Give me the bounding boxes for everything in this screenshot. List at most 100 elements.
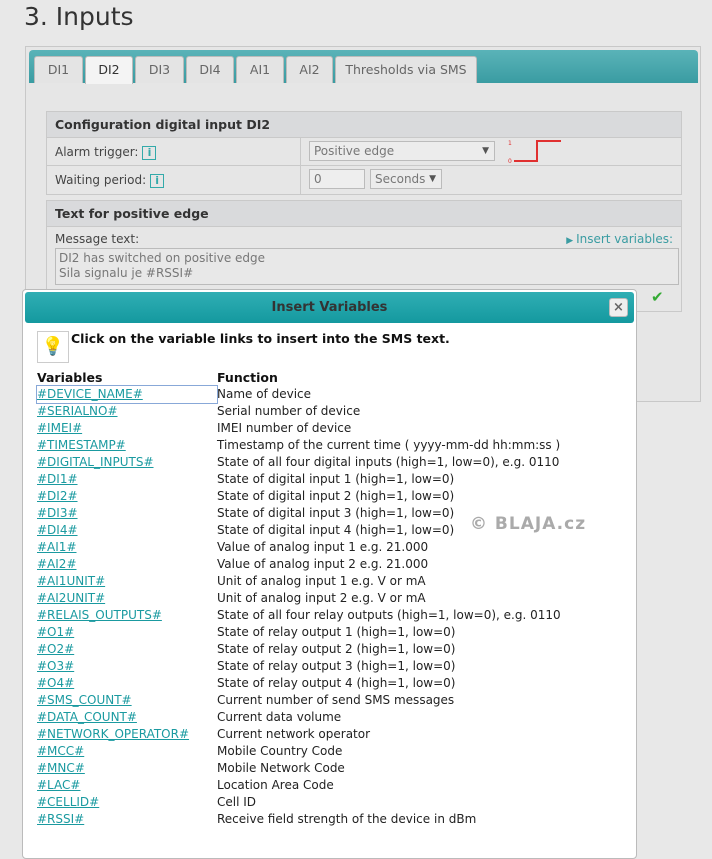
tab-di3[interactable]: DI3 [135,56,184,83]
chevron-down-icon: ▼ [482,146,489,156]
variables-list: #DEVICE_NAME# Name of device #SERIALNO# Ser… [36,385,561,828]
variable-row: #AI2# Value of analog input 2 e.g. 21.000 [37,556,561,573]
variable-row: #DIGITAL_INPUTS# State of all four digita… [37,454,561,471]
message-textarea[interactable]: DI2 has switched on positive edge Sila si… [55,248,679,285]
variable-link[interactable]: #DATA_COUNT# [37,709,217,726]
variable-link[interactable]: #TIMESTAMP# [37,437,217,454]
variable-function: State of digital input 4 (high=1, low=0) [217,523,455,537]
variable-function: Unit of analog input 2 e.g. V or mA [217,591,426,605]
tab-di1[interactable]: DI1 [34,56,83,83]
tab-ai2[interactable]: AI2 [286,56,333,83]
waiting-period-input[interactable]: 0 [309,169,365,189]
info-icon[interactable]: i [150,173,165,188]
variable-link[interactable]: #O1# [37,624,217,641]
variable-function: State of digital input 2 (high=1, low=0) [217,489,455,503]
variable-link[interactable]: #O4# [37,675,217,692]
variable-link[interactable]: #DI4# [37,522,217,539]
variable-row: #O3# State of relay output 3 (high=1, low… [37,658,561,675]
variable-function: State of all four relay outputs (high=1,… [217,608,561,622]
variable-row: #SERIALNO# Serial number of device [37,403,561,420]
waiting-period-label: Waiting period: [55,173,147,187]
variable-link[interactable]: #MNC# [37,760,217,777]
function-header: Function [217,370,278,385]
insert-variables-link[interactable]: ▶ Insert variables: [566,232,673,246]
variable-link[interactable]: #SERIALNO# [37,403,217,420]
variable-link[interactable]: #AI1UNIT# [37,573,217,590]
variable-link[interactable]: #AI2UNIT# [37,590,217,607]
dialog-hint: Click on the variable links to insert in… [71,331,450,346]
variable-link[interactable]: #LAC# [37,777,217,794]
variable-link[interactable]: #RSSI# [37,811,217,828]
variable-function: Receive field strength of the device in … [217,812,477,826]
variable-function: Current network operator [217,727,371,741]
variable-link[interactable]: #MCC# [37,743,217,760]
variable-row: #RSSI# Receive field strength of the devi… [37,811,561,828]
message-text-label: Message text: [55,232,140,246]
variable-link[interactable]: #IMEI# [37,420,217,437]
tab-bar: DI1 DI2 DI3 DI4 AI1 AI2 Thresholds via S… [29,50,698,84]
variable-function: Value of analog input 2 e.g. 21.000 [217,557,429,571]
variable-link[interactable]: #SMS_COUNT# [37,692,217,709]
variable-function: Name of device [217,387,312,401]
text-header: Text for positive edge [47,201,681,227]
info-icon[interactable]: i [142,145,157,160]
dialog-title: Insert Variables [25,292,634,323]
variable-function: Cell ID [217,795,257,809]
close-icon[interactable]: × [609,298,628,317]
variable-function: Mobile Network Code [217,761,345,775]
check-icon[interactable]: ✔ [651,288,664,306]
variable-row: #RELAIS_OUTPUTS# State of all four relay … [37,607,561,624]
variable-link[interactable]: #DEVICE_NAME# [36,385,218,404]
positive-edge-icon: 1 0 [508,140,561,165]
alarm-trigger-select[interactable]: Positive edge ▼ [309,141,495,161]
variable-link[interactable]: #CELLID# [37,794,217,811]
tab-di2[interactable]: DI2 [85,56,133,84]
variable-link[interactable]: #O2# [37,641,217,658]
variable-row: #DEVICE_NAME# Name of device [36,385,561,404]
variable-row: #O2# State of relay output 2 (high=1, low… [37,641,561,658]
variable-row: #NETWORK_OPERATOR# Current network operat… [37,726,561,743]
variable-link[interactable]: #DI1# [37,471,217,488]
variable-row: #IMEI# IMEI number of device [37,420,561,437]
variable-function: Unit of analog input 1 e.g. V or mA [217,574,426,588]
variable-row: #DI2# State of digital input 2 (high=1, l… [37,488,561,505]
variable-row: #O1# State of relay output 1 (high=1, low… [37,624,561,641]
variable-function: State of digital input 3 (high=1, low=0) [217,506,455,520]
variable-row: #CELLID# Cell ID [37,794,561,811]
variable-function: Mobile Country Code [217,744,343,758]
variable-link[interactable]: #NETWORK_OPERATOR# [37,726,217,743]
variable-row: #LAC# Location Area Code [37,777,561,794]
variable-link[interactable]: #AI2# [37,556,217,573]
variable-function: State of digital input 1 (high=1, low=0) [217,472,455,486]
tab-ai1[interactable]: AI1 [236,56,284,83]
variable-link[interactable]: #AI1# [37,539,217,556]
variable-link[interactable]: #RELAIS_OUTPUTS# [37,607,217,624]
variable-function: IMEI number of device [217,421,352,435]
variable-function: Timestamp of the current time ( yyyy-mm-… [217,438,561,452]
lightbulb-icon: 💡 [37,331,69,363]
variable-row: #DI1# State of digital input 1 (high=1, l… [37,471,561,488]
variable-row: #SMS_COUNT# Current number of send SMS me… [37,692,561,709]
tab-thresholds-sms[interactable]: Thresholds via SMS [335,56,477,83]
page-title: 3. Inputs [24,2,134,31]
variable-function: Serial number of device [217,404,361,418]
variable-row: #AI1UNIT# Unit of analog input 1 e.g. V o… [37,573,561,590]
caret-right-icon: ▶ [566,236,577,246]
alarm-trigger-label: Alarm trigger: [55,145,139,159]
variable-link[interactable]: #DIGITAL_INPUTS# [37,454,217,471]
variable-row: #AI2UNIT# Unit of analog input 2 e.g. V o… [37,590,561,607]
variable-row: #O4# State of relay output 4 (high=1, low… [37,675,561,692]
variable-row: #MNC# Mobile Network Code [37,760,561,777]
waiting-unit-select[interactable]: Seconds ▼ [370,169,442,189]
svg-text:0: 0 [508,158,512,165]
variable-function: Location Area Code [217,778,334,792]
variable-link[interactable]: #DI2# [37,488,217,505]
variable-row: #DATA_COUNT# Current data volume [37,709,561,726]
chevron-down-icon: ▼ [429,174,436,184]
variable-link[interactable]: #DI3# [37,505,217,522]
variable-row: #AI1# Value of analog input 1 e.g. 21.000 [37,539,561,556]
variable-link[interactable]: #O3# [37,658,217,675]
variable-function: State of relay output 3 (high=1, low=0) [217,659,456,673]
variables-header: Variables [37,370,103,385]
tab-di4[interactable]: DI4 [186,56,234,83]
